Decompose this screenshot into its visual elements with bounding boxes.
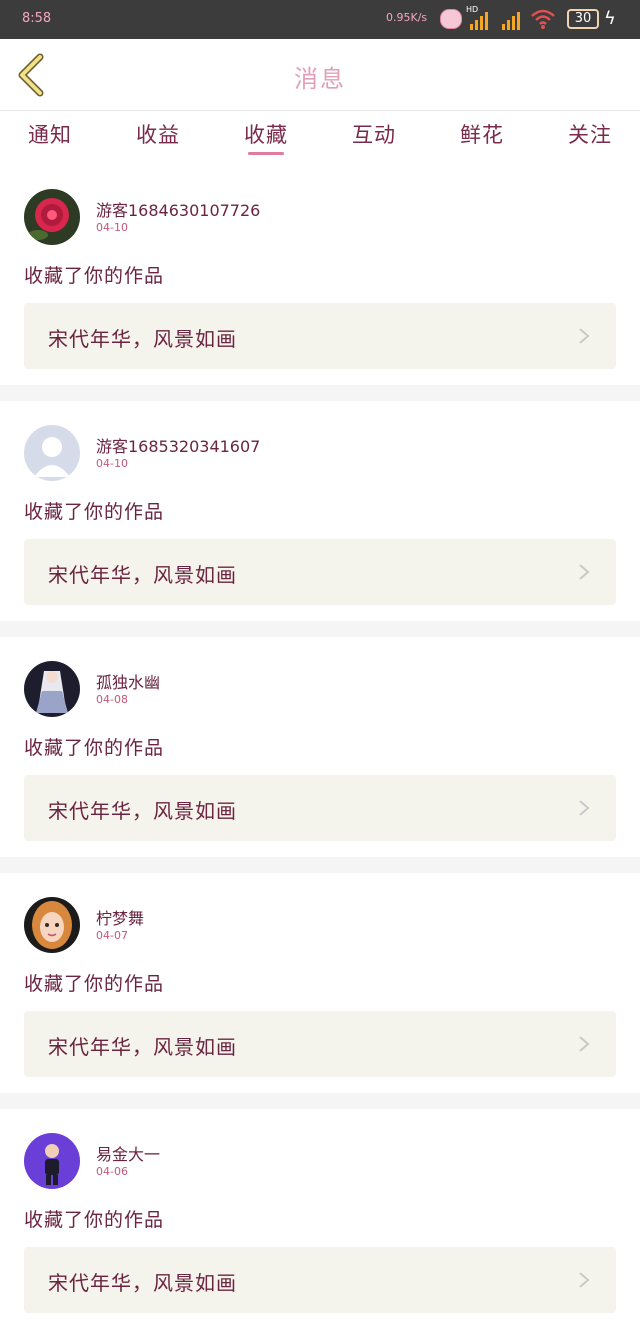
status-bar: 8:58 0.95K/s HD 30 ϟ: [0, 0, 640, 39]
avatar[interactable]: [24, 189, 80, 245]
work-link[interactable]: 宋代年华，风景如画: [24, 775, 616, 841]
tab-earnings[interactable]: 收益: [118, 119, 198, 149]
chevron-right-icon: [579, 1272, 590, 1288]
tab-follows[interactable]: 关注: [550, 119, 630, 149]
divider: [0, 857, 640, 873]
message-action: 收藏了你的作品: [24, 973, 165, 995]
message-card: 易金大一 04-06 收藏了你的作品 宋代年华，风景如画: [0, 1109, 640, 1329]
user-name[interactable]: 游客1684630107726: [96, 197, 260, 221]
message-card: 孤独水幽 04-08 收藏了你的作品 宋代年华，风景如画: [0, 637, 640, 857]
chevron-right-icon: [579, 1036, 590, 1052]
divider: [0, 1093, 640, 1109]
message-action: 收藏了你的作品: [24, 265, 165, 287]
work-title: 宋代年华，风景如画: [48, 799, 237, 823]
chevron-right-icon: [579, 328, 590, 344]
message-action: 收藏了你的作品: [24, 737, 165, 759]
divider: [0, 621, 640, 637]
tab-interactions[interactable]: 互动: [334, 119, 414, 149]
wifi-icon: [531, 9, 555, 29]
page-title: 消息: [294, 65, 346, 93]
user-name[interactable]: 孤独水幽: [96, 669, 160, 693]
tab-notifications[interactable]: 通知: [10, 119, 90, 149]
message-card: 柠梦舞 04-07 收藏了你的作品 宋代年华，风景如画: [0, 873, 640, 1093]
message-list: 游客1684630107726 04-10 收藏了你的作品 宋代年华，风景如画 …: [0, 165, 640, 1329]
work-link[interactable]: 宋代年华，风景如画: [24, 1247, 616, 1313]
signal-icon-2: [500, 10, 524, 30]
network-speed: 0.95K/s: [386, 11, 428, 24]
work-link[interactable]: 宋代年华，风景如画: [24, 1011, 616, 1077]
avatar[interactable]: [24, 661, 80, 717]
user-name[interactable]: 易金大一: [96, 1141, 160, 1165]
work-title: 宋代年华，风景如画: [48, 1271, 237, 1295]
user-name[interactable]: 游客1685320341607: [96, 433, 260, 457]
message-date: 04-07: [96, 929, 128, 942]
user-name[interactable]: 柠梦舞: [96, 905, 144, 929]
pig-icon: [440, 9, 462, 29]
message-date: 04-08: [96, 693, 128, 706]
work-title: 宋代年华，风景如画: [48, 563, 237, 587]
avatar[interactable]: [24, 1133, 80, 1189]
work-link[interactable]: 宋代年华，风景如画: [24, 539, 616, 605]
avatar[interactable]: [24, 897, 80, 953]
avatar[interactable]: [24, 425, 80, 481]
divider: [0, 385, 640, 401]
tab-bar: 通知 收益 收藏 互动 鲜花 关注: [0, 111, 640, 163]
tab-flowers[interactable]: 鲜花: [442, 119, 522, 149]
message-action: 收藏了你的作品: [24, 501, 165, 523]
work-title: 宋代年华，风景如画: [48, 1035, 237, 1059]
signal-icon: [468, 10, 492, 30]
work-link[interactable]: 宋代年华，风景如画: [24, 303, 616, 369]
message-date: 04-06: [96, 1165, 128, 1178]
chevron-right-icon: [579, 800, 590, 816]
message-card: 游客1685320341607 04-10 收藏了你的作品 宋代年华，风景如画: [0, 401, 640, 621]
status-time: 8:58: [22, 11, 52, 26]
tab-favorites[interactable]: 收藏: [226, 119, 306, 155]
work-title: 宋代年华，风景如画: [48, 327, 237, 351]
battery-icon: 30: [567, 9, 599, 29]
message-date: 04-10: [96, 457, 128, 470]
chevron-right-icon: [579, 564, 590, 580]
message-action: 收藏了你的作品: [24, 1209, 165, 1231]
app-header: 消息: [0, 39, 640, 111]
message-card: 游客1684630107726 04-10 收藏了你的作品 宋代年华，风景如画: [0, 165, 640, 385]
charging-icon: ϟ: [604, 8, 616, 29]
message-date: 04-10: [96, 221, 128, 234]
